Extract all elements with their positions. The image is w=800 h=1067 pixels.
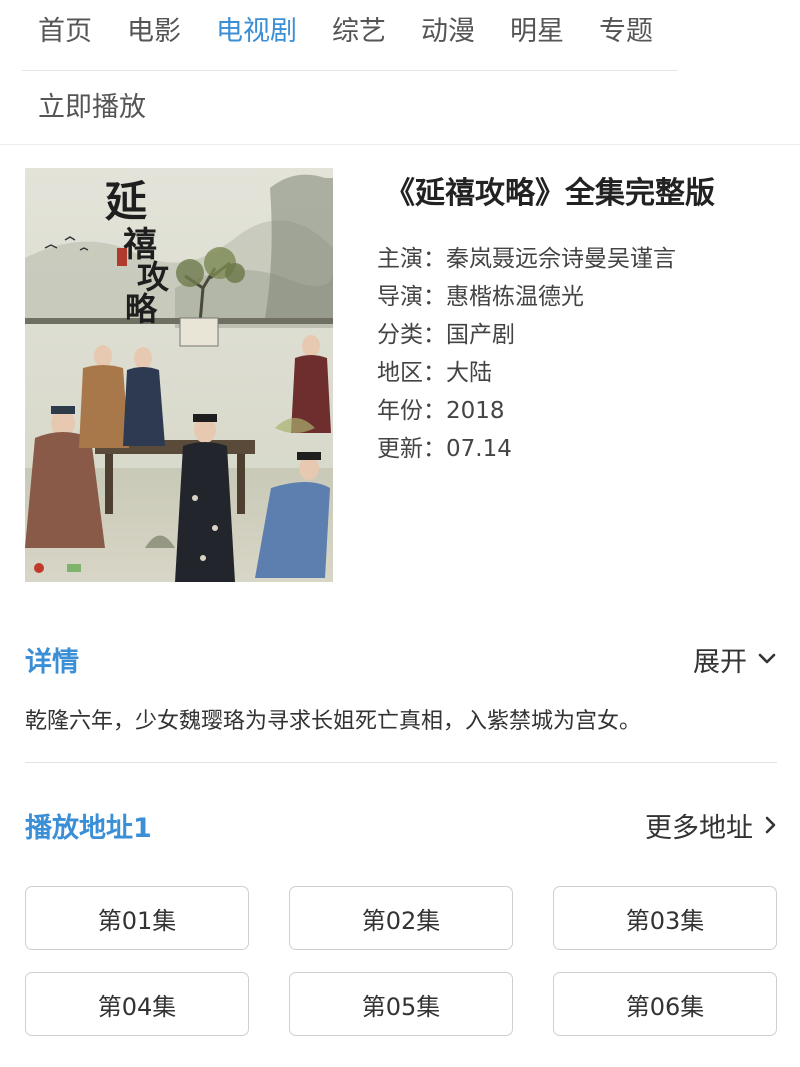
meta-category: 分类：国产剧 (377, 316, 777, 354)
episode-grid: 第01集 第02集 第03集 第04集 第05集 第06集 (25, 886, 777, 1036)
details-text: 乾隆六年，少女魏璎珞为寻求长姐死亡真相，入紫禁城为宫女。 (25, 709, 642, 734)
meta-value: 秦岚聂远佘诗曼吴谨言 (446, 246, 676, 272)
nav-tab-anime[interactable]: 动漫 (421, 10, 475, 54)
play-header: 播放地址1 更多地址 (25, 800, 777, 850)
episode-button[interactable]: 第02集 (289, 886, 513, 950)
show-title: 《延禧攻略》全集完整版 (385, 176, 715, 211)
nav-divider (22, 70, 678, 71)
meta-value: 惠楷栋温德光 (446, 284, 584, 310)
meta-region: 地区：大陆 (377, 354, 777, 392)
show-poster[interactable]: 延 禧 攻 略 (25, 168, 333, 582)
meta-directors: 导演：惠楷栋温德光 (377, 278, 777, 316)
chevron-right-icon (765, 816, 776, 834)
expand-label: 展开 (693, 646, 747, 678)
episode-button[interactable]: 第05集 (289, 972, 513, 1036)
nav-tabs: 首页 电影 电视剧 综艺 动漫 明星 专题 (38, 10, 653, 54)
meta-label: 导演： (377, 284, 446, 310)
play-now-link[interactable]: 立即播放 (38, 86, 146, 130)
episode-button[interactable]: 第06集 (553, 972, 777, 1036)
meta-label: 主演： (377, 246, 446, 272)
nav-tab-stars[interactable]: 明星 (510, 10, 564, 54)
meta-label: 分类： (377, 322, 446, 348)
show-meta: 主演：秦岚聂远佘诗曼吴谨言 导演：惠楷栋温德光 分类：国产剧 地区：大陆 年份：… (377, 240, 777, 468)
nav-tab-home[interactable]: 首页 (38, 10, 92, 54)
meta-label: 年份： (377, 398, 446, 424)
episode-button[interactable]: 第01集 (25, 886, 249, 950)
expand-button[interactable]: 展开 (693, 640, 777, 679)
meta-value: 2018 (446, 398, 505, 424)
nav-tab-variety[interactable]: 综艺 (332, 10, 386, 54)
top-nav: 首页 电影 电视剧 综艺 动漫 明星 专题 立即播放 (0, 0, 800, 145)
poster-title-art: 延 (105, 177, 147, 226)
meta-value: 07.14 (446, 436, 512, 462)
meta-value: 国产剧 (446, 322, 515, 348)
meta-label: 地区： (377, 360, 446, 386)
more-addresses-button[interactable]: 更多地址 (645, 806, 777, 845)
svg-text:略: 略 (125, 290, 158, 328)
meta-year: 年份：2018 (377, 392, 777, 430)
show-info: 《延禧攻略》全集完整版 主演：秦岚聂远佘诗曼吴谨言 导演：惠楷栋温德光 分类：国… (377, 168, 777, 468)
play-heading: 播放地址1 (25, 812, 152, 844)
meta-updated: 更新：07.14 (377, 430, 777, 468)
more-addresses-label: 更多地址 (645, 812, 753, 844)
nav-tab-topics[interactable]: 专题 (599, 10, 653, 54)
details-header: 详情 展开 (25, 634, 777, 684)
nav-tab-tv-series[interactable]: 电视剧 (216, 10, 297, 54)
episode-button[interactable]: 第03集 (553, 886, 777, 950)
nav-tab-movies[interactable]: 电影 (127, 10, 181, 54)
meta-label: 更新： (377, 436, 446, 462)
section-divider (25, 762, 777, 763)
chevron-down-icon (758, 653, 776, 664)
meta-actors: 主演：秦岚聂远佘诗曼吴谨言 (377, 240, 777, 278)
details-heading: 详情 (25, 646, 79, 678)
meta-value: 大陆 (446, 360, 492, 386)
episode-button[interactable]: 第04集 (25, 972, 249, 1036)
